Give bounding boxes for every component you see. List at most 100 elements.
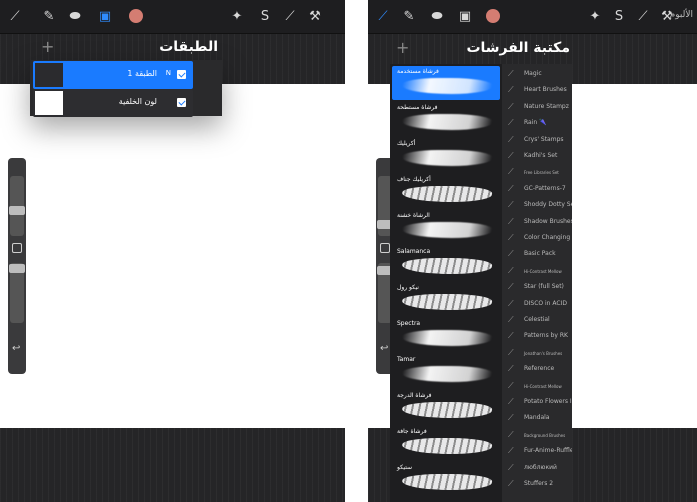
brush-set-item[interactable]: ⟋ Shadow Brushes: [502, 214, 572, 230]
opacity-knob[interactable]: [9, 264, 25, 273]
transform-icon[interactable]: ⟋: [634, 8, 652, 26]
brush-set-icon: ⟋: [508, 347, 514, 357]
brush-set-label: Stuffers 2: [524, 480, 554, 487]
brush-set-label: Rain 🌂: [524, 119, 547, 127]
brush-stroke-preview: [400, 222, 494, 238]
brush-set-item[interactable]: ⟋ Jonathan's Brushes: [502, 345, 572, 361]
brush-set-label: Shoddy Dotty Set: [524, 201, 572, 209]
layer-visibility-checkbox[interactable]: [177, 70, 186, 79]
brush-set-label: Background Brushes: [524, 432, 566, 438]
brush-stroke-preview: [400, 366, 494, 382]
brush-set-label: Hi-Contrast Mellow: [524, 383, 562, 389]
brush-category-item[interactable]: فرشاة مستطحة: [392, 102, 500, 136]
brush-set-item[interactable]: ⟋ DISCO in ACID: [502, 296, 572, 312]
brush-stroke-preview: [400, 258, 494, 274]
transform-icon[interactable]: ⬬: [66, 8, 84, 26]
layer-visibility-checkbox[interactable]: [177, 98, 186, 107]
brush-set-item[interactable]: ⟋ Rain 🌂: [502, 115, 572, 131]
eraser-icon[interactable]: ⟋: [281, 8, 299, 26]
brush-set-list[interactable]: ⟋ Magic ⟋ Heart Brushes ⟋ Nature Stampz ⟋ Rain …: [502, 64, 572, 502]
brush-set-item[interactable]: ⟋ Crys' Stamps: [502, 132, 572, 148]
brush-set-item[interactable]: ⟋ люблюкий: [502, 460, 572, 476]
layers-screen: ⟋ ✎ ⬬ ▣ ✦ S ⟋ ⚒ ↩ + الطبقات الطبقة 1 N لون…: [0, 0, 345, 502]
layer-row[interactable]: الطبقة 1 N: [33, 61, 193, 89]
selection-icon[interactable]: ✎: [40, 8, 58, 26]
brush-set-item[interactable]: ⟋ Free Libraries Set: [502, 164, 572, 180]
brush-set-label: Crys' Stamps: [524, 135, 564, 143]
brush-set-item[interactable]: ⟋ Kadhi's Set: [502, 148, 572, 164]
brush-set-label: Kadhi's Set: [524, 152, 558, 159]
brush-category-item[interactable]: الرشاة خشنة: [392, 210, 500, 244]
layer-row[interactable]: لون الخلفية: [33, 89, 193, 117]
brush-set-item[interactable]: ⟋ Magic: [502, 66, 572, 82]
brush-category-item[interactable]: فرشاة مستخدمة: [392, 66, 500, 100]
brush-category-list[interactable]: فرشاة مستخدمة فرشاة مستطحة أكريليك أكريليك …: [390, 64, 502, 502]
brush-set-item[interactable]: ⟋ Basic Pack: [502, 246, 572, 262]
brush-set-item[interactable]: ⟋ Stuffers 2: [502, 476, 572, 492]
brush-icon[interactable]: ✦: [228, 8, 246, 26]
canvas-bottom-band: [0, 428, 345, 502]
add-brush-button[interactable]: +: [396, 38, 409, 57]
brush-size-knob[interactable]: [9, 206, 25, 215]
layers-icon[interactable]: ▣: [96, 8, 114, 26]
brush-category-item[interactable]: أكريليك: [392, 138, 500, 172]
brush-set-item[interactable]: ⟋ Hi-Contrast Mellow: [502, 378, 572, 394]
brush-set-item[interactable]: ⟋ Potato Flowers III: [502, 394, 572, 410]
eraser-icon[interactable]: ⬬: [428, 8, 446, 26]
color-dot[interactable]: [486, 9, 500, 23]
smudge-icon[interactable]: S: [256, 8, 274, 26]
brush-set-label: Shadow Brushes: [524, 217, 572, 225]
brush-category-item[interactable]: Tamar: [392, 354, 500, 388]
brush-set-icon: ⟋: [508, 200, 514, 210]
layer-blend-mode[interactable]: N: [166, 69, 171, 77]
brush-set-icon: ⟋: [508, 151, 514, 160]
brush-set-item[interactable]: ⟋ GC-Patterns-7: [502, 181, 572, 197]
brush-category-item[interactable]: ستيكو: [392, 462, 500, 496]
brush-category-item[interactable]: Spectra: [392, 318, 500, 352]
add-layer-button[interactable]: +: [41, 37, 54, 56]
brush-set-item[interactable]: ⟋ Patterns by RK: [502, 328, 572, 344]
brush-set-icon: ⟋: [508, 282, 514, 292]
modify-button[interactable]: [380, 243, 390, 253]
modify-button[interactable]: [12, 243, 22, 253]
brush-set-item[interactable]: ⟋ Fur-Anime-Ruffles: [502, 443, 572, 459]
adjustments-icon[interactable]: ⟋: [6, 8, 24, 26]
color-dot[interactable]: [129, 9, 143, 23]
brush-set-icon: ⟋: [508, 101, 514, 111]
brush-icon[interactable]: ⟋: [374, 8, 392, 26]
drawing-canvas[interactable]: [0, 84, 345, 428]
gallery-label[interactable]: الألبوم: [670, 10, 693, 20]
adjustments-icon[interactable]: ✦: [586, 8, 604, 26]
selection-icon[interactable]: S: [610, 8, 628, 26]
brush-set-icon: ⟋: [508, 118, 514, 128]
brush-set-icon: ⟋: [508, 167, 514, 177]
brush-set-item[interactable]: ⟋ Mandala: [502, 410, 572, 426]
brush-category-item[interactable]: أكريليك جناف: [392, 174, 500, 208]
brush-set-item[interactable]: ⟋ Reference: [502, 361, 572, 377]
brush-set-item[interactable]: ⟋ Shoddy Dotty Set: [502, 197, 572, 213]
undo-icon[interactable]: ↩: [380, 343, 388, 354]
undo-icon[interactable]: ↩: [12, 343, 20, 354]
brush-category-label: أكريليك جناف: [397, 176, 431, 183]
brush-set-item[interactable]: ⟋ Celestial: [502, 312, 572, 328]
brush-set-label: GC-Patterns-7: [524, 184, 566, 192]
brush-set-item[interactable]: ⟋ Background Brushes: [502, 427, 572, 443]
brush-set-icon: ⟋: [508, 249, 514, 259]
brush-category-item[interactable]: نيكو رول: [392, 282, 500, 316]
brush-set-icon: ⟋: [508, 429, 514, 439]
brush-set-item[interactable]: ⟋ Star (full Set): [502, 279, 572, 295]
brush-stroke-preview: [400, 150, 494, 166]
brush-category-item[interactable]: Salamanca: [392, 246, 500, 280]
layers-icon[interactable]: ▣: [456, 8, 474, 26]
smudge-icon[interactable]: ✎: [400, 8, 418, 26]
brush-set-item[interactable]: ⟋ Heart Brushes: [502, 82, 572, 98]
brush-category-item[interactable]: فرشاة الدرجة: [392, 390, 500, 424]
wrench-icon[interactable]: ⚒: [306, 8, 324, 26]
brush-set-icon: ⟋: [508, 233, 514, 242]
brush-set-item[interactable]: ⟋ Hi-Contrast Mellow: [502, 263, 572, 279]
brush-category-item[interactable]: فرشاة جافة: [392, 426, 500, 460]
brush-stroke-preview: [400, 114, 494, 130]
brush-set-label: Nature Stampz: [524, 102, 569, 110]
brush-set-item[interactable]: ⟋ Color Changing: [502, 230, 572, 246]
brush-set-item[interactable]: ⟋ Nature Stampz: [502, 99, 572, 115]
